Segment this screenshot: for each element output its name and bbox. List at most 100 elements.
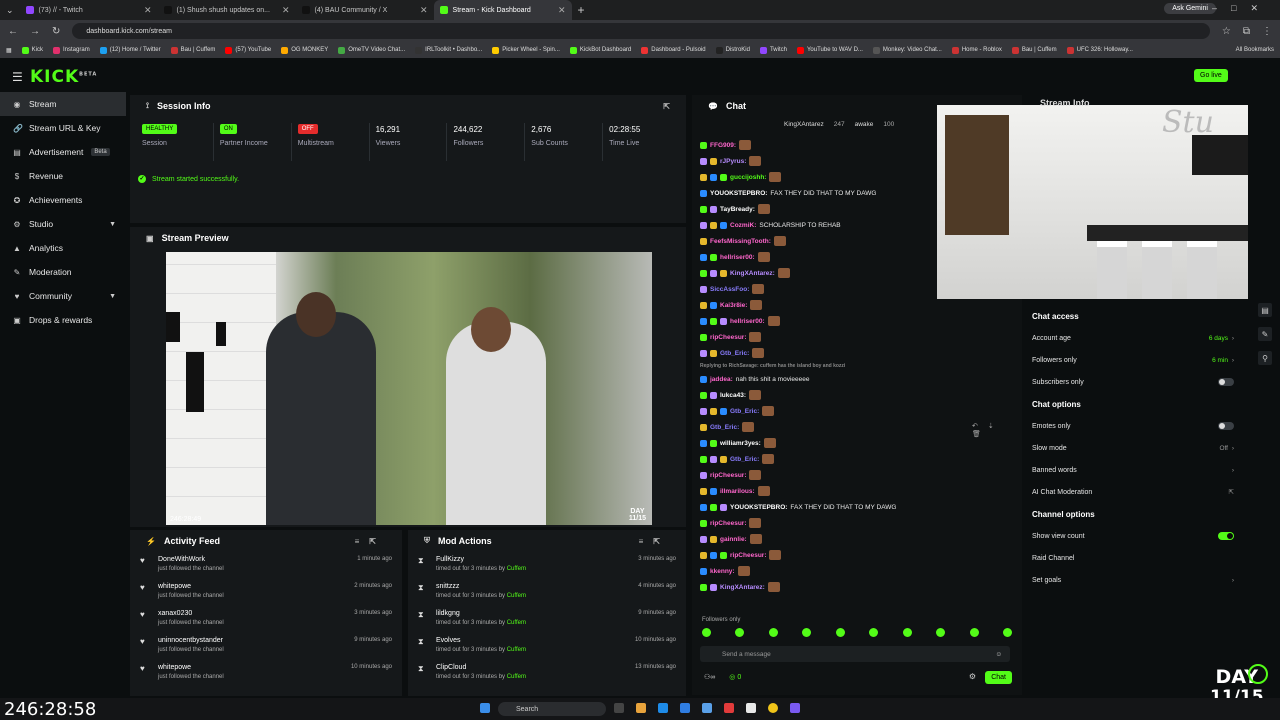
app-icon[interactable]	[790, 703, 800, 713]
toggle[interactable]	[1218, 422, 1234, 430]
chat-username[interactable]: hellriser00:	[730, 318, 765, 325]
chat-username[interactable]: gainnlie:	[720, 536, 747, 543]
close-icon[interactable]: ✕	[420, 5, 428, 16]
chat-username[interactable]: Replying to RichSavage: cuffem has the i…	[700, 363, 845, 369]
forward-icon[interactable]: →	[30, 26, 40, 37]
setting-emotes-only[interactable]: Emotes only	[1028, 415, 1244, 437]
username[interactable]: ClipCloud	[436, 664, 526, 671]
chat-message[interactable]: lukca43:	[700, 387, 1000, 403]
chat-username[interactable]: YOUOKSTEPBRO:	[730, 504, 787, 511]
bookmark-item[interactable]: Twitch	[759, 46, 787, 54]
go-live-button[interactable]: Go live	[1194, 69, 1228, 82]
emote-bar[interactable]	[702, 628, 1012, 637]
chat-username[interactable]: guccijoshh:	[730, 174, 766, 181]
username[interactable]: xanax0230	[158, 610, 224, 617]
chat-username[interactable]: jaddea:	[710, 376, 733, 383]
menu-icon[interactable]: ⋮	[1262, 26, 1272, 37]
chat-username[interactable]: rJPyrus:	[720, 158, 746, 165]
chat-username[interactable]: hellriser00:	[720, 254, 755, 261]
username[interactable]: uninnocentbystander	[158, 637, 224, 644]
username[interactable]: whitepowe	[158, 664, 224, 671]
close-icon[interactable]: ✕	[282, 5, 290, 16]
bookmark-item[interactable]: OG MONKEY	[281, 46, 328, 54]
chat-message[interactable]: kkenny:	[700, 563, 1000, 579]
chat-username[interactable]: TayBready:	[720, 206, 755, 213]
setting-set-goals[interactable]: Set goals ›	[1028, 569, 1244, 591]
setting-slow-mode[interactable]: Slow mode Off ›	[1028, 437, 1244, 459]
chat-username[interactable]: SiccAssFoo:	[710, 286, 749, 293]
edge-icon[interactable]	[658, 703, 668, 713]
chat-username[interactable]: ripCheesur:	[710, 472, 746, 479]
bookmark-item[interactable]: Monkey: Video Chat...	[872, 46, 942, 54]
bookmark-item[interactable]: Picker Wheel - Spin...	[492, 46, 560, 54]
gear-icon[interactable]: ⚙	[969, 672, 976, 681]
sidebar-item-revenue[interactable]: $ Revenue	[0, 164, 126, 188]
list-item[interactable]: ♥ uninnocentbystander just followed the ch…	[130, 633, 402, 660]
filter-popout-icons[interactable]: ≡⇱	[639, 537, 670, 546]
extensions-icon[interactable]: ⧉	[1243, 26, 1250, 37]
browser-tab[interactable]: (1) Shush shush updates on... ✕	[158, 0, 296, 20]
window-controls[interactable]: –□✕	[1212, 3, 1272, 14]
chrome-icon[interactable]	[768, 703, 778, 713]
setting-ai-chat-moderation[interactable]: AI Chat Moderation ⇱	[1028, 481, 1244, 503]
new-tab-icon[interactable]: +	[578, 3, 585, 17]
chat-message[interactable]: Gtb_Eric:	[700, 419, 1000, 435]
setting-followers-only[interactable]: Followers only 6 min ›	[1028, 349, 1244, 371]
ask-gemini-button[interactable]: Ask Gemini	[1164, 3, 1216, 14]
chat-send-button[interactable]: Chat	[985, 671, 1012, 684]
list-item[interactable]: ♥ whitepowe just followed the channel 10 mi…	[130, 660, 402, 687]
list-item[interactable]: ♥ DoneWithWork just followed the channel 1 …	[130, 552, 402, 579]
chat-message[interactable]: ripCheesur:	[700, 329, 1000, 345]
username[interactable]: whitepowe	[158, 583, 224, 590]
close-icon[interactable]: ✕	[144, 5, 152, 16]
all-bookmarks[interactable]: All Bookmarks	[1236, 47, 1274, 53]
chat-username[interactable]: Gtb_Eric:	[730, 408, 759, 415]
chat-username[interactable]: Gtb_Eric:	[730, 456, 759, 463]
setting-account-age[interactable]: Account age 6 days ›	[1028, 327, 1244, 349]
chat-message[interactable]: ripCheesur:	[700, 515, 1000, 531]
bookmark-item[interactable]: YouTube to WAV D...	[796, 46, 863, 54]
apps-icon[interactable]: ▦	[6, 47, 12, 54]
reload-icon[interactable]: ↻	[52, 26, 60, 37]
windows-start-icon[interactable]	[480, 703, 490, 713]
chat-message[interactable]: gainnlie:	[700, 531, 1000, 547]
app-icon[interactable]	[746, 703, 756, 713]
bookmark-item[interactable]: Dashboard - Pulsoid	[641, 46, 706, 54]
url-field[interactable]: dashboard.kick.com/stream	[72, 23, 1210, 39]
list-item[interactable]: ⧗ ClipCloud timed out for 3 minutes by Cuf…	[408, 660, 686, 687]
bookmark-item[interactable]: Bau | Cuffem	[170, 46, 215, 54]
taskbar-search[interactable]: Search	[498, 702, 606, 716]
kick-logo[interactable]: KICKBETA	[30, 67, 97, 87]
toggle[interactable]	[1218, 532, 1234, 540]
setting-subscribers-only[interactable]: Subscribers only	[1028, 371, 1244, 393]
bookmark-item[interactable]: IRLToolkit • Dashbo...	[415, 46, 482, 54]
bookmark-item[interactable]: OmeTV Video Chat...	[338, 46, 405, 54]
popout-icon[interactable]: ⇱	[663, 102, 670, 111]
list-item[interactable]: ♥ xanax0230 just followed the channel 3 min…	[130, 606, 402, 633]
sidebar-item-stream-url-key[interactable]: 🔗 Stream URL & Key	[0, 116, 126, 140]
chat-message[interactable]: ripCheesur:	[700, 467, 1000, 483]
list-item[interactable]: ⧗ FullKizzy timed out for 3 minutes by Cuf…	[408, 552, 686, 579]
setting-raid-channel[interactable]: Raid Channel	[1028, 547, 1244, 569]
chat-message[interactable]: jaddea: nah this shit a movieeeee	[700, 371, 1000, 387]
setting-show-view-count[interactable]: Show view count	[1028, 525, 1244, 547]
filter-popout-icons[interactable]: ≡⇱	[355, 537, 386, 546]
username[interactable]: lildkgng	[436, 610, 526, 617]
browser-tab[interactable]: Stream - Kick Dashboard ✕	[433, 0, 572, 20]
chat-message[interactable]: KingXAntarez:	[700, 579, 1000, 595]
tab-search-icon[interactable]: ⌄	[0, 5, 20, 16]
chat-username[interactable]: FFG909:	[710, 142, 736, 149]
chat-toggle-icon[interactable]: ▤	[1258, 303, 1272, 317]
chat-username[interactable]: Gtb_Eric:	[710, 424, 739, 431]
bookmark-item[interactable]: Bau | Cuffem	[1011, 46, 1057, 54]
chat-message[interactable]: hellriser00:	[700, 313, 1000, 329]
sidebar-item-studio[interactable]: ⚙ Studio ▼	[0, 212, 126, 236]
bookmark-item[interactable]: (12) Home / Twitter	[99, 46, 161, 54]
back-icon[interactable]: ←	[8, 26, 18, 37]
sidebar-item-stream[interactable]: ◉ Stream	[0, 92, 126, 116]
chat-message[interactable]: Gtb_Eric:	[700, 403, 1000, 419]
chat-username[interactable]: Gtb_Eric:	[720, 350, 749, 357]
sidebar-item-achievements[interactable]: ✪ Achievements	[0, 188, 126, 212]
chat-message[interactable]: Gtb_Eric:	[700, 345, 1000, 361]
list-item[interactable]: ⧗ Evolves timed out for 3 minutes by Cuffe…	[408, 633, 686, 660]
